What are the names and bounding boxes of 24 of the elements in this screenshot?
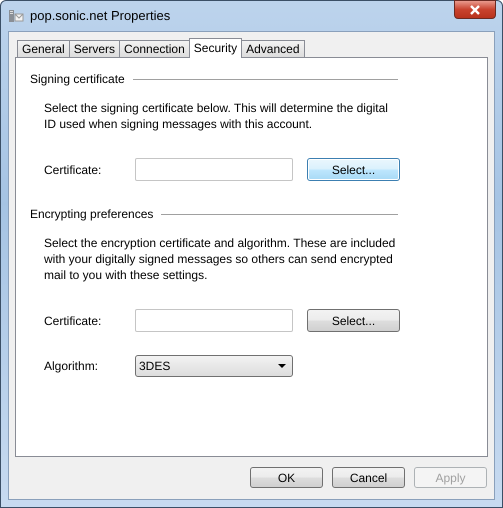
dropdown-arrow-icon xyxy=(278,364,286,368)
select-button[interactable]: Select... xyxy=(307,309,400,332)
description-text: Select the encryption certificate and algorithm. These are included with your digitally signed messages so others can send encrypted mail to you with these settings. xyxy=(44,235,396,283)
tab[interactable]: Servers xyxy=(68,40,120,57)
close-icon xyxy=(469,4,481,14)
select-button[interactable]: Select... xyxy=(307,158,400,181)
field-label: Algorithm: xyxy=(44,358,100,374)
tab[interactable]: Advanced xyxy=(241,40,304,57)
window-icon xyxy=(8,8,24,24)
section-heading: Signing certificate xyxy=(30,71,125,88)
close-button[interactable] xyxy=(454,0,496,19)
field-label: Certificate: xyxy=(44,312,102,330)
section-heading: Encrypting preferences xyxy=(30,206,154,223)
certificate-field[interactable] xyxy=(135,158,293,181)
dialog-button[interactable]: Cancel xyxy=(332,467,405,488)
window-title: pop.sonic.net Properties xyxy=(30,7,170,26)
algorithm-dropdown[interactable]: 3DES xyxy=(135,354,293,376)
description-text: Select the signing certificate below. This will determine the digital ID used when signing messages with this account. xyxy=(44,100,389,132)
certificate-field[interactable] xyxy=(135,309,293,332)
tab[interactable]: General xyxy=(17,40,70,57)
dialog-button[interactable]: OK xyxy=(250,467,323,488)
field-label: Certificate: xyxy=(44,162,102,178)
tab[interactable]: Connection xyxy=(119,40,190,57)
tab[interactable]: Security xyxy=(188,38,242,58)
